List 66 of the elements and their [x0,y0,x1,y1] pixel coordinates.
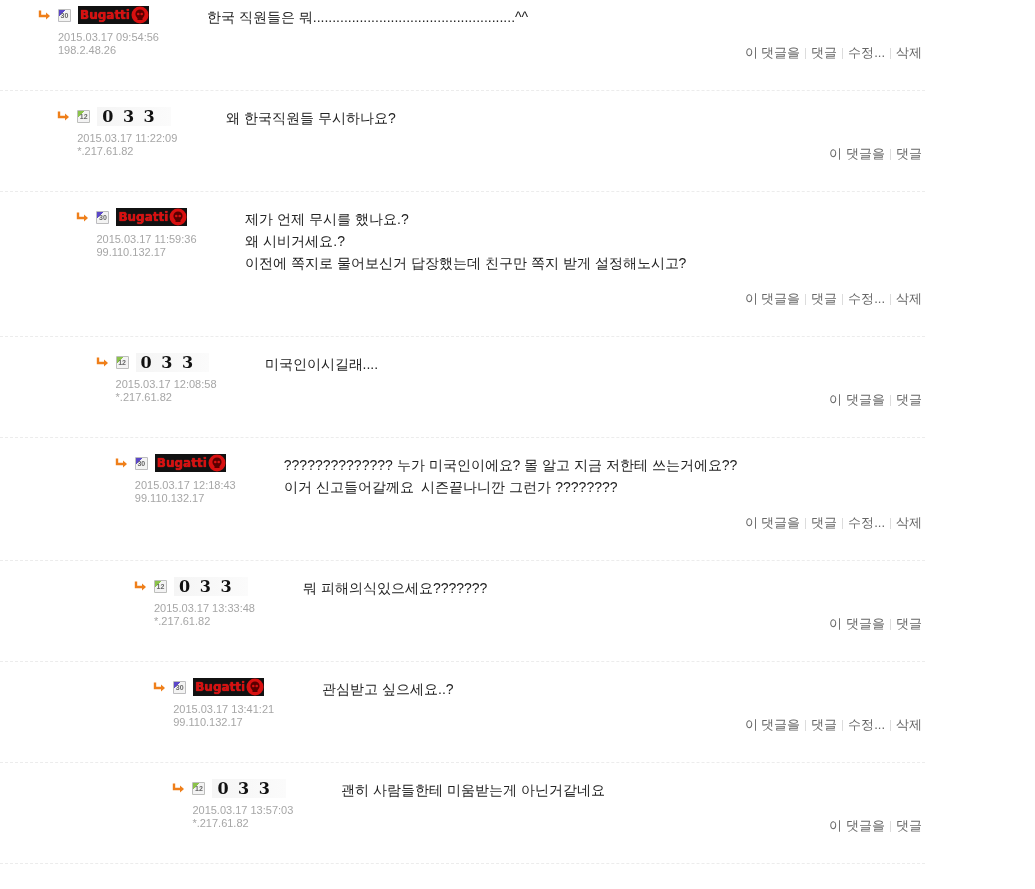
comment-action-link[interactable]: 댓글 [811,291,838,307]
reply-arrow-icon [38,10,50,20]
comment-date: 2015.03.17 09:54:56 [58,31,160,44]
comment-action-link[interactable]: 댓글 [896,818,922,834]
ip-address: *.217.61.82 [77,145,135,158]
comment-action-link[interactable]: 수정... [848,291,885,307]
reply-arrow-icon [57,111,70,121]
comment-text: 한국 직원들은 뭐....................................................^^ [207,8,530,27]
comment-action-link[interactable]: 수정... [848,717,885,733]
comment-action-link[interactable]: 수정... [848,45,885,61]
ip-address: 99.110.132.17 [96,246,167,259]
nickname[interactable]: Bugatti [154,454,208,472]
nickname[interactable]: Bugatti [78,6,131,24]
comment-action-link[interactable]: 이 댓글을 [829,616,885,632]
comment-action-link[interactable]: 이 댓글을 [829,146,885,162]
comment-action-link[interactable]: 삭제 [896,45,922,61]
comment-text: 괜히 사람들한테 미움받는게 아닌거같네요 [341,781,607,800]
nickname[interactable]: 0 3 3 [212,778,286,798]
comment-action-link[interactable]: 삭제 [896,515,922,531]
reply-arrow-icon [95,357,108,367]
comment-text: 관심받고 싶으세요..? [322,680,455,699]
comment-action-link[interactable]: 이 댓글을 [744,515,801,531]
comment-action-link[interactable]: 댓글 [896,146,922,162]
comment-action-link[interactable]: 이 댓글을 [829,392,885,408]
reply-arrow-icon [76,212,89,222]
comment-action-link[interactable]: 삭제 [896,291,922,307]
comment-action-link[interactable]: 수정... [848,515,885,531]
comment-text: 왜 한국직원들 무시하나요? [226,109,397,128]
comment-action-link[interactable]: 댓글 [811,45,838,61]
reply-arrow-icon [153,682,166,692]
reply-arrow-icon [172,783,185,793]
skull-icon [169,208,188,226]
comment-date: 2015.03.17 12:08:58 [115,378,218,391]
comment-action-link[interactable]: 이 댓글을 [744,291,801,307]
nickname[interactable]: 0 3 3 [174,576,248,596]
comment-date: 2015.03.17 11:22:09 [77,132,179,145]
comment-action-link[interactable]: 댓글 [896,392,922,408]
comment-text: 제가 언제 무시를 했나요.? 왜 시비거세요.? 이전에 쪽지로 물어보신거 답장했는데 친구만 쪽지 받게 설정해노시고? [245,210,688,273]
comment-date: 2015.03.17 13:57:03 [192,804,295,817]
comment-text: 뭐 피해의식있으세요??????? [303,579,489,598]
ip-address: 99.110.132.17 [173,716,244,729]
comment-action-link[interactable]: 댓글 [811,717,838,733]
comment-date: 2015.03.17 12:18:43 [134,479,237,492]
ip-address: *.217.61.82 [115,391,173,404]
comment-action-link[interactable]: 이 댓글을 [829,818,885,834]
reply-arrow-icon [134,581,146,591]
ip-address: *.217.61.82 [192,817,250,830]
comment-date: 2015.03.17 13:33:48 [154,602,256,615]
nickname[interactable]: 0 3 3 [135,352,210,372]
ip-address: 99.110.132.17 [134,492,206,505]
comment-text: ?????????????? 누가 미국인이에요? 몰 알고 지금 저한테 쓰는거에요?? 이거 신고들어갈께요 시즌끝나니깐 그런가 ???????? [283,456,739,497]
nickname[interactable]: Bugatti [116,208,170,226]
ip-address: *.217.61.82 [154,615,212,628]
nickname[interactable]: Bugatti [193,678,247,696]
skull-icon [246,678,265,696]
comment-action-link[interactable]: 삭제 [896,717,922,733]
nickname[interactable]: 0 3 3 [97,106,171,126]
ip-address: 198.2.48.26 [58,44,118,57]
comment-date: 2015.03.17 13:41:21 [173,703,276,716]
reply-arrow-icon [114,458,127,468]
comment-action-link[interactable]: 이 댓글을 [744,717,801,733]
comment-action-link[interactable]: 댓글 [811,515,838,531]
comment-action-link[interactable]: 댓글 [896,616,922,632]
comment-date: 2015.03.17 11:59:36 [96,233,198,246]
comment-action-link[interactable]: 이 댓글을 [744,45,801,61]
comment-text: 미국인이시길래.... [264,355,380,374]
